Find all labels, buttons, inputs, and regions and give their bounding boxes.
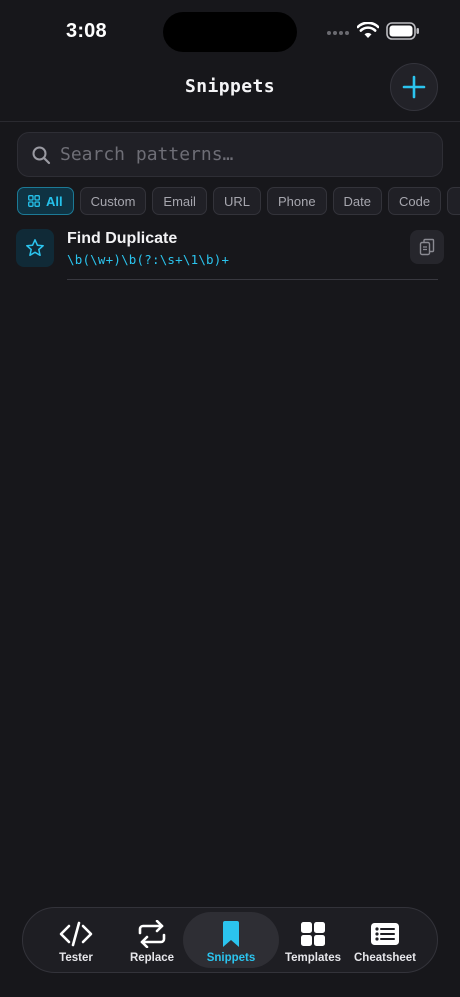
tab-label: Snippets bbox=[206, 952, 256, 964]
filter-chip-phone[interactable]: Phone bbox=[266, 187, 327, 215]
filter-chip-label: All bbox=[46, 193, 63, 209]
plus-icon bbox=[402, 75, 426, 99]
status-time: 3:08 bbox=[66, 20, 107, 42]
tab-label: Replace bbox=[129, 952, 175, 964]
filter-chip-url[interactable]: URL bbox=[212, 187, 261, 215]
battery-icon bbox=[386, 22, 419, 40]
swap-icon bbox=[138, 920, 166, 948]
filter-chip-all[interactable]: All bbox=[17, 187, 74, 215]
tab-label: Templates bbox=[284, 952, 342, 964]
header-divider bbox=[0, 121, 460, 122]
filter-chip-label: Custom bbox=[90, 193, 136, 209]
filter-chip-more[interactable] bbox=[447, 187, 460, 215]
dynamic-island bbox=[163, 12, 297, 52]
tab-label: Tester bbox=[59, 952, 93, 964]
star-icon bbox=[26, 239, 44, 257]
filter-chip-date[interactable]: Date bbox=[332, 187, 383, 215]
code-icon bbox=[59, 921, 93, 947]
tab-cheatsheet[interactable]: Cheatsheet bbox=[349, 912, 421, 968]
snippet-pattern: \b(\w+)\b(?:\s+\1\b)+ bbox=[67, 252, 230, 267]
app-screen: 3:08 Snippets Search patterns… All Custo… bbox=[0, 0, 460, 997]
filter-chip-label: Date bbox=[343, 193, 372, 209]
snippet-badge bbox=[16, 229, 54, 267]
tab-tester[interactable]: Tester bbox=[43, 912, 109, 968]
filter-chip-label: URL bbox=[223, 193, 250, 209]
grid-icon bbox=[301, 922, 325, 946]
copy-icon bbox=[419, 238, 435, 256]
tab-label: Cheatsheet bbox=[354, 952, 416, 964]
wifi-icon bbox=[357, 22, 379, 38]
copy-button[interactable] bbox=[410, 230, 444, 264]
filter-chip-email[interactable]: Email bbox=[152, 187, 207, 215]
filter-chip-custom[interactable]: Custom bbox=[79, 187, 147, 215]
filter-chip-label: Email bbox=[163, 193, 196, 209]
filter-chip-label: Phone bbox=[277, 193, 316, 209]
cellular-signal-icon bbox=[327, 31, 351, 39]
tab-bar: Tester Replace Snippets Templates Cheats… bbox=[22, 907, 438, 973]
filter-chip-label: Code bbox=[399, 193, 431, 209]
bookmark-icon bbox=[223, 921, 239, 947]
tab-snippets[interactable]: Snippets bbox=[183, 912, 279, 968]
add-snippet-button[interactable] bbox=[390, 63, 438, 111]
list-card-icon bbox=[371, 923, 399, 945]
search-bar[interactable] bbox=[17, 132, 443, 177]
tab-templates[interactable]: Templates bbox=[277, 912, 349, 968]
search-input[interactable] bbox=[60, 133, 435, 176]
snippet-title: Find Duplicate bbox=[67, 230, 178, 247]
tab-replace[interactable]: Replace bbox=[119, 912, 185, 968]
snippet-list-item[interactable]: Find Duplicate \b(\w+)\b(?:\s+\1\b)+ bbox=[0, 226, 460, 280]
filter-chips: All Custom Email URL Phone Date Code bbox=[17, 187, 460, 216]
row-divider bbox=[67, 279, 438, 280]
search-icon bbox=[32, 146, 51, 165]
filter-chip-code[interactable]: Code bbox=[388, 187, 442, 215]
grid-icon bbox=[28, 195, 40, 207]
